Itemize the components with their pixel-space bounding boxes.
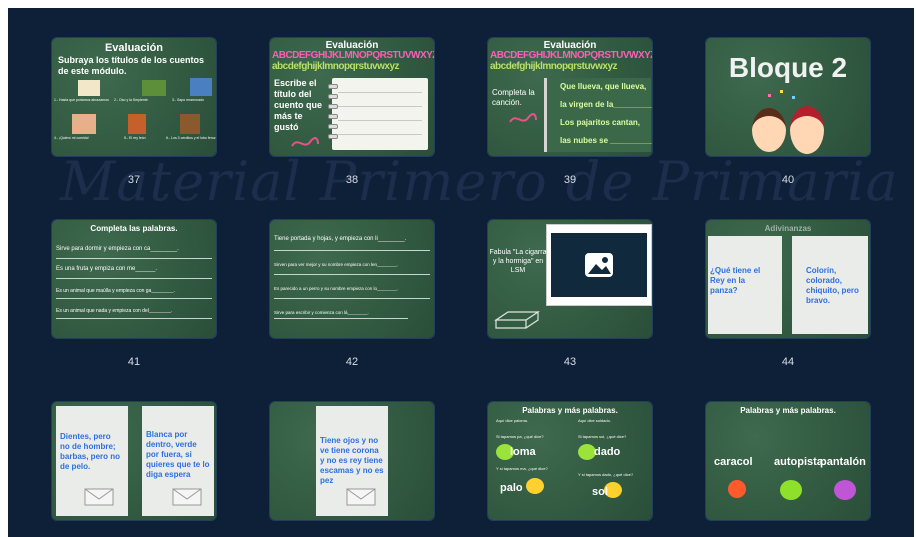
exercise-line: Es parecido a un perro y su nombre empie… [274, 286, 399, 291]
word-item: pantalón [820, 456, 866, 468]
alphabet-upper: ABCDEFGHIJKLMNOPQRSTUVWXYZ [272, 50, 434, 61]
envelope-icon [172, 488, 202, 506]
book-item: 3.- Sapo enamorado [172, 98, 204, 102]
exercise-line: Sirve para escribir y comienza con lá___… [274, 310, 369, 315]
slide-thumbnail-46[interactable]: Tiene ojos y no ve tiene corona y no es … [270, 402, 434, 520]
slide-number: 40 [781, 174, 795, 186]
slide-sorter-view: Material Primero de Primaria Evaluación … [0, 0, 916, 537]
slide-prompt: Completa la canción. [492, 88, 535, 107]
riddle-text: Tiene ojos y no ve tiene corona y no es … [320, 436, 384, 485]
exercise-line: Sirven para ver mejor y su nombre empiez… [274, 262, 399, 267]
alphabet-lower: abcdefghijklmnopqrstuvwxyz [272, 61, 400, 72]
slide-thumbnail-47[interactable]: Palabras y más palabras. Aquí dice palom… [488, 402, 652, 520]
song-line: Que llueva, que llueva, [560, 82, 647, 91]
alphabet-upper: ABCDEFGHIJKLMNOPQRSTUVWXYZ [490, 50, 652, 61]
slide-number: 41 [127, 356, 141, 368]
exercise-line: Es una fruta y empiza con me______. [56, 266, 158, 272]
slide-thumbnail-48[interactable]: Palabras y más palabras. caracol autopis… [706, 402, 870, 520]
slide-number: 42 [345, 356, 359, 368]
decorative-swirl-icon [509, 113, 537, 123]
child-illustration [790, 106, 824, 154]
slide-number: 37 [127, 174, 141, 186]
riddle-text: Dientes, pero no de hombre; barbas, pero… [60, 432, 121, 471]
video-placeholder[interactable] [551, 233, 647, 297]
slide-thumbnail-38[interactable]: Evaluación ABCDEFGHIJKLMNOPQRSTUVWXYZ ab… [270, 38, 434, 156]
song-line: Los pajaritos cantan, [560, 118, 641, 127]
song-line: la virgen de la____________ [560, 100, 652, 109]
paint-splash [728, 480, 746, 498]
word-question: Y si tapamos dado, ¿qué dice? [578, 472, 634, 477]
word-question: Si tapamos sol, ¿qué dice? [578, 434, 627, 439]
book-cover-image [128, 114, 146, 134]
slide-thumbnail-42[interactable]: Tiene portada y hojas, y empieza con li_… [270, 220, 434, 338]
paint-splash [780, 480, 802, 500]
slide-title: Adivinanzas [764, 224, 812, 233]
word-answer: sol [592, 486, 608, 498]
slide-thumbnail-43[interactable]: Fabula "La cigarra y la hormiga" en LSM [488, 220, 652, 338]
exercise-line: Es un animal que nada y empieza con del_… [56, 308, 173, 314]
book-item: 5.- El rey león [124, 136, 146, 140]
book-item: 6.- Los 3 cerditos y el lobo feroz [166, 136, 216, 140]
word-question: Si tapamos pa, ¿qué dice? [496, 434, 544, 439]
slide-number: 44 [781, 356, 795, 368]
exercise-line: Sirve para dormir y empieza con ca______… [56, 246, 179, 252]
slide-title: Evaluación [104, 42, 164, 54]
slide-number: 38 [345, 174, 359, 186]
word-note: Aquí dice paloma. [496, 418, 529, 423]
envelope-icon [84, 488, 114, 506]
slide-title: Palabras y más palabras. [522, 406, 618, 415]
book-item: 4.- ¡Quiero mi comida! [54, 136, 89, 140]
book-cover-image [180, 114, 200, 134]
slide-title: Bloque 2 [728, 52, 848, 83]
riddle-text: Colorín, colorado, chiquito, pero bravo. [806, 266, 859, 305]
book-item: 1.- Hasta que podamos abrazarnos [54, 98, 109, 102]
slide-number: 39 [563, 174, 577, 186]
exercise-line: Es un animal que maúlla y empieza con ga… [56, 288, 175, 294]
image-placeholder-icon [585, 253, 613, 277]
word-question: Y si tapamos ma, ¿qué dice? [496, 466, 548, 471]
slide-thumbnail-44[interactable]: Adivinanzas ¿Qué tiene el Rey en la panz… [706, 220, 870, 338]
slide-title: Palabras y más palabras. [740, 406, 836, 415]
slide-number: 43 [563, 356, 577, 368]
confetti-decoration [766, 90, 806, 108]
video-caption: Fabula "La cigarra y la hormiga" en LSM [489, 249, 547, 274]
envelope-icon [346, 488, 376, 506]
book-cover-image [190, 78, 212, 96]
book-item: 2.- Oso y la Serpiente [114, 98, 148, 102]
slide-subtitle: Subraya los títulos de los cuentos de es… [58, 55, 205, 76]
word-answer: dado [594, 446, 621, 458]
song-line: las nubes se ____________ [560, 136, 652, 145]
book-cover-image [78, 80, 100, 96]
paint-splash [526, 478, 544, 494]
slide-thumbnail-39[interactable]: Evaluación ABCDEFGHIJKLMNOPQRSTUVWXYZ ab… [488, 38, 652, 156]
slide-title: Completa las palabras. [90, 224, 178, 233]
alphabet-lower: abcdefghijklmnopqrstuvwxyz [490, 61, 618, 72]
slide-thumbnail-40[interactable]: Bloque 2 [706, 38, 870, 156]
notebook-graphic [328, 78, 428, 150]
child-illustration [752, 108, 786, 152]
word-answer: palo [500, 482, 523, 494]
slide-prompt: Escribe el título del cuento que más te … [274, 78, 323, 132]
video-frame [546, 224, 652, 306]
word-note: Aquí dice soldado. [578, 418, 611, 423]
eraser-icon [494, 310, 540, 329]
paint-splash [834, 480, 856, 500]
book-cover-image [142, 80, 166, 96]
slide-thumbnail-41[interactable]: Completa las palabras. Sirve para dormir… [52, 220, 216, 338]
exercise-line: Tiene portada y hojas, y empieza con li_… [274, 236, 407, 242]
slide-thumbnail-37[interactable]: Evaluación Subraya los títulos de los cu… [52, 38, 216, 156]
slide-thumbnail-45[interactable]: Dientes, pero no de hombre; barbas, pero… [52, 402, 216, 520]
word-answer: loma [510, 446, 536, 458]
decorative-swirl-icon [291, 137, 319, 147]
riddle-text: Blanca por dentro, verde por fuera, si q… [146, 430, 210, 479]
riddle-text: ¿Qué tiene el Rey en la panza? [710, 266, 761, 295]
book-cover-image [72, 114, 96, 134]
word-item: caracol [714, 456, 753, 468]
word-item: autopista [774, 456, 823, 468]
